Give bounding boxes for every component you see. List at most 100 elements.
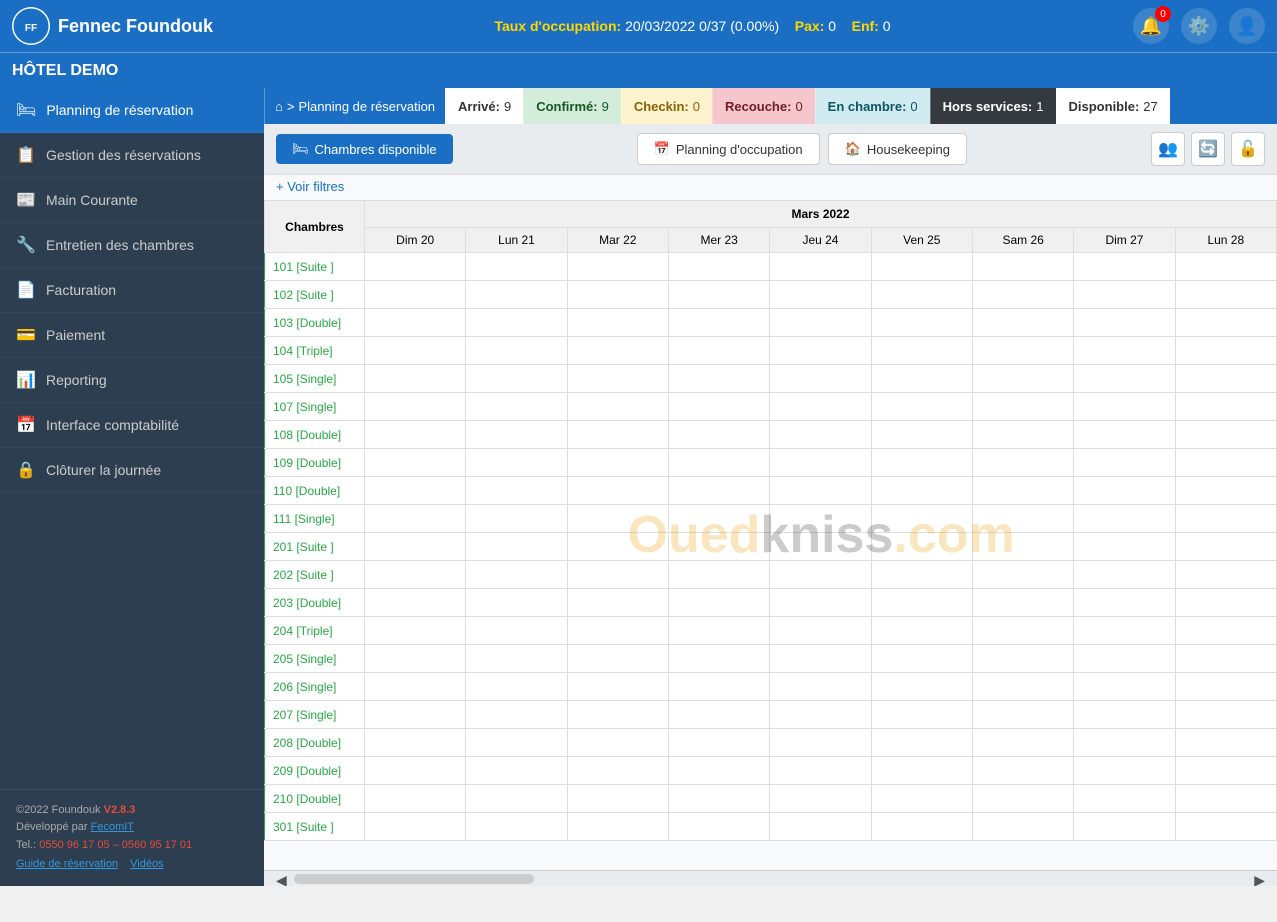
- room-cell[interactable]: 110 [Double]: [265, 477, 365, 505]
- calendar-day-cell[interactable]: [1175, 785, 1276, 813]
- calendar-day-cell[interactable]: [365, 505, 466, 533]
- calendar-day-cell[interactable]: [1175, 701, 1276, 729]
- calendar-day-cell[interactable]: [567, 701, 668, 729]
- sidebar-item-facturation[interactable]: 📄 Facturation: [0, 268, 264, 313]
- calendar-day-cell[interactable]: [871, 281, 972, 309]
- calendar-day-cell[interactable]: [567, 785, 668, 813]
- room-cell[interactable]: 209 [Double]: [265, 757, 365, 785]
- calendar-day-cell[interactable]: [466, 477, 567, 505]
- calendar-day-cell[interactable]: [1074, 477, 1175, 505]
- scroll-left-arrow[interactable]: ◀: [272, 871, 291, 886]
- room-cell[interactable]: 301 [Suite ]: [265, 813, 365, 841]
- calendar-day-cell[interactable]: [365, 365, 466, 393]
- calendar-day-cell[interactable]: [365, 617, 466, 645]
- calendar-day-cell[interactable]: [972, 561, 1073, 589]
- sidebar-item-entretien[interactable]: 🔧 Entretien des chambres: [0, 223, 264, 268]
- room-cell[interactable]: 105 [Single]: [265, 365, 365, 393]
- sidebar-item-reporting[interactable]: 📊 Reporting: [0, 358, 264, 403]
- calendar-day-cell[interactable]: [871, 757, 972, 785]
- calendar-day-cell[interactable]: [466, 729, 567, 757]
- calendar-day-cell[interactable]: [466, 505, 567, 533]
- room-cell[interactable]: 206 [Single]: [265, 673, 365, 701]
- calendar-day-cell[interactable]: [871, 673, 972, 701]
- calendar-day-cell[interactable]: [1175, 421, 1276, 449]
- calendar-day-cell[interactable]: [365, 477, 466, 505]
- calendar-day-cell[interactable]: [871, 729, 972, 757]
- calendar-day-cell[interactable]: [466, 785, 567, 813]
- calendar-day-cell[interactable]: [1175, 365, 1276, 393]
- calendar-day-cell[interactable]: [567, 589, 668, 617]
- calendar-day-cell[interactable]: [567, 757, 668, 785]
- calendar-day-cell[interactable]: [871, 617, 972, 645]
- room-cell[interactable]: 109 [Double]: [265, 449, 365, 477]
- calendar-day-cell[interactable]: [567, 813, 668, 841]
- calendar-day-cell[interactable]: [466, 561, 567, 589]
- calendar-day-cell[interactable]: [1074, 421, 1175, 449]
- calendar-day-cell[interactable]: [972, 365, 1073, 393]
- calendar-day-cell[interactable]: [770, 645, 871, 673]
- calendar-day-cell[interactable]: [770, 505, 871, 533]
- room-cell[interactable]: 107 [Single]: [265, 393, 365, 421]
- calendar-day-cell[interactable]: [668, 253, 769, 281]
- calendar-day-cell[interactable]: [668, 505, 769, 533]
- calendar-day-cell[interactable]: [365, 785, 466, 813]
- calendar-day-cell[interactable]: [365, 757, 466, 785]
- housekeeping-button[interactable]: 🏠 Housekeeping: [828, 133, 967, 165]
- calendar-day-cell[interactable]: [1175, 505, 1276, 533]
- calendar-day-cell[interactable]: [668, 337, 769, 365]
- calendar-day-cell[interactable]: [365, 337, 466, 365]
- calendar-day-cell[interactable]: [466, 701, 567, 729]
- calendar-day-cell[interactable]: [567, 309, 668, 337]
- calendar-day-cell[interactable]: [972, 701, 1073, 729]
- room-cell[interactable]: 203 [Double]: [265, 589, 365, 617]
- calendar-day-cell[interactable]: [972, 785, 1073, 813]
- calendar-day-cell[interactable]: [972, 421, 1073, 449]
- calendar-day-cell[interactable]: [365, 533, 466, 561]
- calendar-day-cell[interactable]: [668, 393, 769, 421]
- calendar-day-cell[interactable]: [871, 477, 972, 505]
- calendar-day-cell[interactable]: [365, 421, 466, 449]
- calendar-day-cell[interactable]: [1074, 729, 1175, 757]
- calendar-day-cell[interactable]: [466, 365, 567, 393]
- calendar-day-cell[interactable]: [1175, 533, 1276, 561]
- calendar-day-cell[interactable]: [1074, 449, 1175, 477]
- dev-link[interactable]: FecomIT: [91, 821, 134, 833]
- calendar-day-cell[interactable]: [365, 449, 466, 477]
- calendar-day-cell[interactable]: [871, 421, 972, 449]
- lock-icon-button[interactable]: 🔓: [1231, 132, 1265, 166]
- calendar-day-cell[interactable]: [365, 561, 466, 589]
- calendar-day-cell[interactable]: [668, 589, 769, 617]
- sidebar-item-main-courante[interactable]: 📰 Main Courante: [0, 178, 264, 223]
- calendar-day-cell[interactable]: [871, 701, 972, 729]
- settings-button[interactable]: ⚙️: [1181, 8, 1217, 44]
- room-cell[interactable]: 207 [Single]: [265, 701, 365, 729]
- calendar-day-cell[interactable]: [1074, 337, 1175, 365]
- calendar-day-cell[interactable]: [668, 617, 769, 645]
- calendar-day-cell[interactable]: [770, 337, 871, 365]
- calendar-day-cell[interactable]: [1074, 673, 1175, 701]
- calendar-day-cell[interactable]: [770, 617, 871, 645]
- calendar-day-cell[interactable]: [972, 645, 1073, 673]
- calendar-day-cell[interactable]: [365, 281, 466, 309]
- calendar-day-cell[interactable]: [770, 785, 871, 813]
- calendar-day-cell[interactable]: [1175, 645, 1276, 673]
- planning-occupation-button[interactable]: 📅 Planning d'occupation: [637, 133, 820, 165]
- calendar-day-cell[interactable]: [972, 477, 1073, 505]
- calendar-day-cell[interactable]: [668, 757, 769, 785]
- refresh-icon-button[interactable]: 🔄: [1191, 132, 1225, 166]
- calendar-day-cell[interactable]: [972, 449, 1073, 477]
- room-cell[interactable]: 102 [Suite ]: [265, 281, 365, 309]
- calendar-day-cell[interactable]: [466, 337, 567, 365]
- calendar-day-cell[interactable]: [1074, 505, 1175, 533]
- calendar-day-cell[interactable]: [871, 449, 972, 477]
- calendar-day-cell[interactable]: [668, 701, 769, 729]
- calendar-day-cell[interactable]: [972, 281, 1073, 309]
- calendar-day-cell[interactable]: [567, 729, 668, 757]
- calendar-day-cell[interactable]: [972, 309, 1073, 337]
- videos-link[interactable]: Vidéos: [130, 856, 163, 874]
- calendar-day-cell[interactable]: [567, 533, 668, 561]
- calendar-day-cell[interactable]: [972, 533, 1073, 561]
- calendar-day-cell[interactable]: [668, 785, 769, 813]
- calendar-day-cell[interactable]: [1074, 757, 1175, 785]
- calendar-day-cell[interactable]: [466, 673, 567, 701]
